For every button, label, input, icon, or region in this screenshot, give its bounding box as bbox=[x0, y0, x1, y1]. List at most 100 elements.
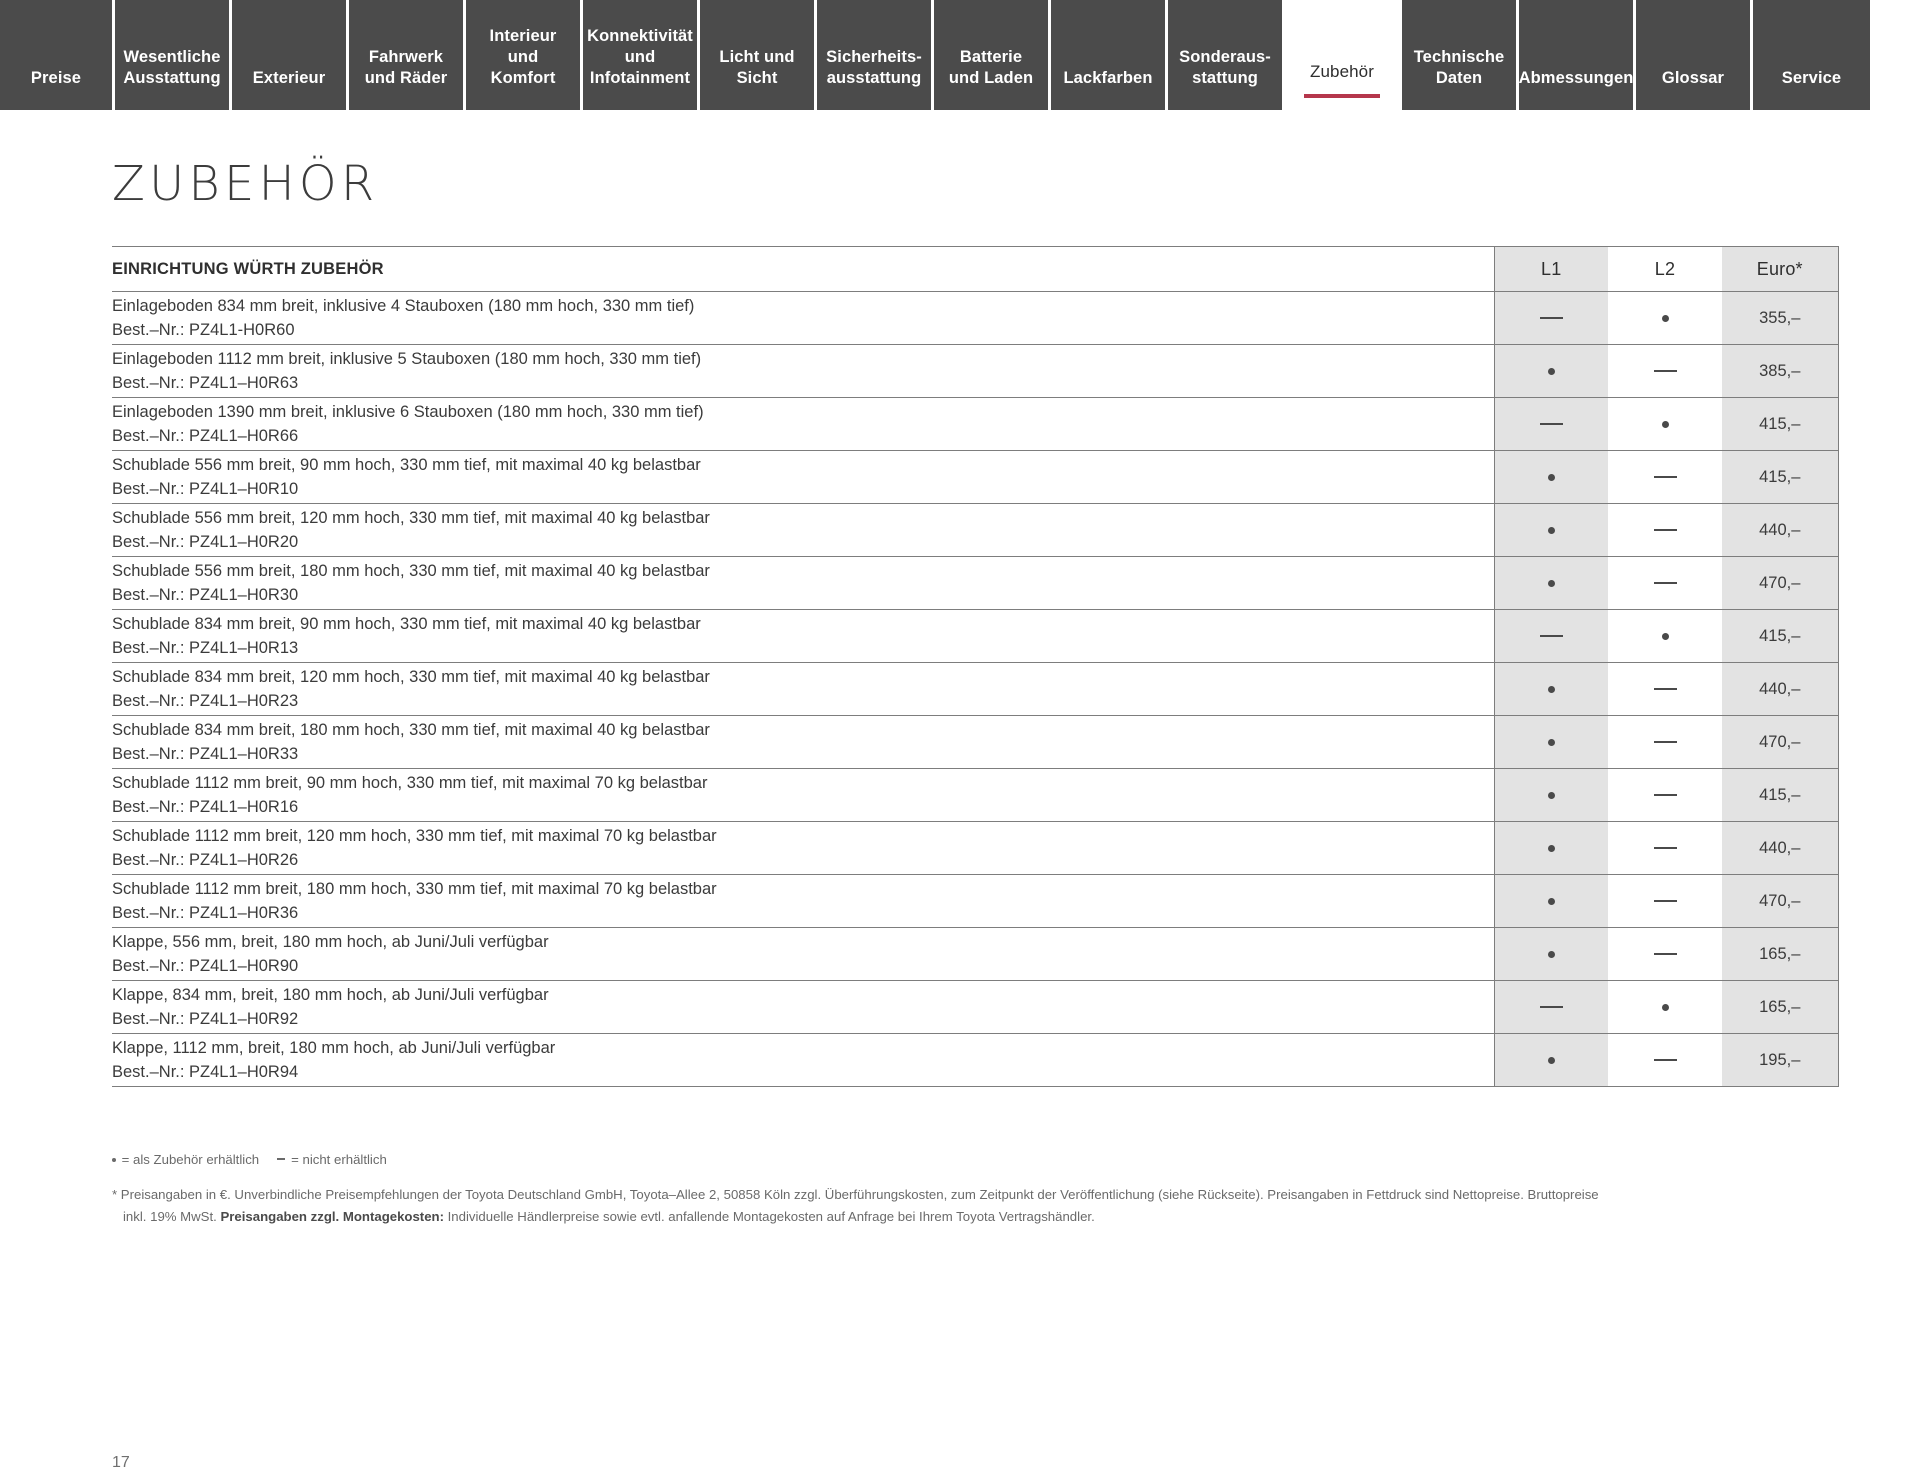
nav-tab-wesentliche-ausstattung[interactable]: Wesentliche Ausstattung bbox=[115, 0, 232, 110]
nav-tab-fahrwerk-und-räder[interactable]: Fahrwerk und Räder bbox=[349, 0, 466, 110]
table-body: Einlageboden 834 mm breit, inklusive 4 S… bbox=[112, 291, 1839, 1087]
unavailable-dash-icon bbox=[1539, 635, 1563, 638]
nav-tab-label: Wesentliche Ausstattung bbox=[123, 47, 221, 87]
cell-description: Einlageboden 1112 mm breit, inklusive 5 … bbox=[112, 344, 1495, 398]
nav-tab-exterieur[interactable]: Exterieur bbox=[232, 0, 349, 110]
cell-l2-availability bbox=[1608, 450, 1722, 504]
unavailable-dash-icon bbox=[1653, 900, 1677, 903]
cell-l2-availability bbox=[1608, 609, 1722, 663]
cell-l2-availability bbox=[1608, 503, 1722, 557]
table-row: Schublade 556 mm breit, 120 mm hoch, 330… bbox=[112, 503, 1839, 557]
page-number: 17 bbox=[112, 1454, 130, 1471]
cell-l2-availability bbox=[1608, 662, 1722, 716]
cell-l1-availability bbox=[1494, 1033, 1608, 1087]
unavailable-dash-icon bbox=[1653, 476, 1677, 479]
product-order-number: Best.–Nr.: PZ4L1–H0R30 bbox=[112, 586, 299, 604]
cell-description: Schublade 834 mm breit, 180 mm hoch, 330… bbox=[112, 715, 1495, 769]
nav-tab-label: Lackfarben bbox=[1063, 68, 1153, 87]
nav-tab-label: Service bbox=[1781, 68, 1842, 87]
cell-description: Klappe, 1112 mm, breit, 180 mm hoch, ab … bbox=[112, 1033, 1495, 1087]
cell-l1-availability bbox=[1494, 609, 1608, 663]
nav-tab-label: Licht und Sicht bbox=[719, 47, 795, 87]
nav-tab-sonderaus-stattung[interactable]: Sonderaus-stattung bbox=[1168, 0, 1285, 110]
available-dot-icon bbox=[1661, 314, 1669, 322]
available-dot-icon bbox=[1547, 526, 1555, 534]
nav-tab-service[interactable]: Service bbox=[1753, 0, 1870, 110]
nav-tab-zubehör[interactable]: Zubehör bbox=[1285, 0, 1402, 110]
table-row: Schublade 834 mm breit, 180 mm hoch, 330… bbox=[112, 715, 1839, 769]
product-order-number: Best.–Nr.: PZ4L1–H0R20 bbox=[112, 533, 299, 551]
cell-description: Schublade 556 mm breit, 90 mm hoch, 330 … bbox=[112, 450, 1495, 504]
product-order-number: Best.–Nr.: PZ4L1–H0R36 bbox=[112, 904, 299, 922]
unavailable-dash-icon bbox=[1539, 423, 1563, 426]
unavailable-dash-icon bbox=[1653, 370, 1677, 373]
cell-description: Schublade 556 mm breit, 180 mm hoch, 330… bbox=[112, 556, 1495, 610]
product-description: Schublade 834 mm breit, 120 mm hoch, 330… bbox=[112, 667, 710, 686]
cell-description: Schublade 834 mm breit, 120 mm hoch, 330… bbox=[112, 662, 1495, 716]
nav-tab-glossar[interactable]: Glossar bbox=[1636, 0, 1753, 110]
product-description: Schublade 1112 mm breit, 180 mm hoch, 33… bbox=[112, 879, 717, 898]
cell-price: 415,– bbox=[1722, 397, 1839, 451]
table-row: Klappe, 834 mm, breit, 180 mm hoch, ab J… bbox=[112, 980, 1839, 1034]
cell-l1-availability bbox=[1494, 821, 1608, 875]
cell-price: 415,– bbox=[1722, 768, 1839, 822]
nav-tab-sicherheits-ausstattung[interactable]: Sicherheits-ausstattung bbox=[817, 0, 934, 110]
nav-tab-technische-daten[interactable]: Technische Daten bbox=[1402, 0, 1519, 110]
cell-l2-availability bbox=[1608, 821, 1722, 875]
product-description: Einlageboden 1390 mm breit, inklusive 6 … bbox=[112, 402, 704, 421]
price-note-vat: inkl. 19% MwSt. bbox=[123, 1208, 221, 1224]
available-dot-icon bbox=[1547, 685, 1555, 693]
nav-tab-batterie-und-laden[interactable]: Batterie und Laden bbox=[934, 0, 1051, 110]
legend-unavailable-label: = nicht erhältlich bbox=[291, 1152, 387, 1167]
nav-tab-lackfarben[interactable]: Lackfarben bbox=[1051, 0, 1168, 110]
nav-tab-label: Technische Daten bbox=[1413, 47, 1505, 87]
available-dot-icon bbox=[1547, 1056, 1555, 1064]
product-description: Einlageboden 1112 mm breit, inklusive 5 … bbox=[112, 349, 702, 368]
table-row: Schublade 834 mm breit, 90 mm hoch, 330 … bbox=[112, 609, 1839, 663]
cell-price: 470,– bbox=[1722, 874, 1839, 928]
table-row: Schublade 1112 mm breit, 90 mm hoch, 330… bbox=[112, 768, 1839, 822]
table-row: Schublade 556 mm breit, 180 mm hoch, 330… bbox=[112, 556, 1839, 610]
table-row: Schublade 556 mm breit, 90 mm hoch, 330 … bbox=[112, 450, 1839, 504]
accessories-table-wrapper: EINRICHTUNG WÜRTH ZUBEHÖR L1 L2 Euro* Ei… bbox=[112, 246, 1839, 1087]
column-header-price: Euro* bbox=[1722, 246, 1839, 292]
cell-l2-availability bbox=[1608, 768, 1722, 822]
nav-tab-label: Fahrwerk und Räder bbox=[364, 47, 448, 87]
cell-l2-availability bbox=[1608, 344, 1722, 398]
product-description: Schublade 834 mm breit, 180 mm hoch, 330… bbox=[112, 720, 710, 739]
table-row: Schublade 834 mm breit, 120 mm hoch, 330… bbox=[112, 662, 1839, 716]
nav-tab-interieur-und-komfort[interactable]: Interieur und Komfort bbox=[466, 0, 583, 110]
available-dot-icon bbox=[1547, 950, 1555, 958]
footnotes: = als Zubehör erhältlich = nicht erhältl… bbox=[112, 1149, 1842, 1227]
price-note-bold: Preisangaben zzgl. Montagekosten: bbox=[220, 1208, 444, 1224]
available-dot-icon bbox=[1661, 1003, 1669, 1011]
cell-price: 415,– bbox=[1722, 609, 1839, 663]
footnote-legend: = als Zubehör erhältlich = nicht erhältl… bbox=[112, 1149, 1842, 1170]
cell-l1-availability bbox=[1494, 768, 1608, 822]
product-description: Schublade 1112 mm breit, 90 mm hoch, 330… bbox=[112, 773, 708, 792]
unavailable-dash-icon bbox=[1653, 1059, 1677, 1062]
cell-l1-availability bbox=[1494, 450, 1608, 504]
unavailable-dash-icon bbox=[1653, 582, 1677, 585]
available-dot-icon bbox=[1547, 473, 1555, 481]
unavailable-dash-icon bbox=[1653, 688, 1677, 691]
cell-description: Schublade 1112 mm breit, 90 mm hoch, 330… bbox=[112, 768, 1495, 822]
unavailable-dash-icon bbox=[1539, 1006, 1563, 1009]
available-dot-icon bbox=[1547, 579, 1555, 587]
product-description: Einlageboden 834 mm breit, inklusive 4 S… bbox=[112, 296, 695, 315]
cell-l2-availability bbox=[1608, 927, 1722, 981]
nav-tab-label: Sonderaus-stattung bbox=[1179, 47, 1271, 87]
nav-tab-abmessungen[interactable]: Abmessungen bbox=[1519, 0, 1636, 110]
nav-tab-licht-und-sicht[interactable]: Licht und Sicht bbox=[700, 0, 817, 110]
table-row: Einlageboden 1112 mm breit, inklusive 5 … bbox=[112, 344, 1839, 398]
product-order-number: Best.–Nr.: PZ4L1–H0R90 bbox=[112, 957, 299, 975]
nav-tab-konnektivität-und-infotainment[interactable]: Konnektivität und Infotainment bbox=[583, 0, 700, 110]
table-row: Schublade 1112 mm breit, 180 mm hoch, 33… bbox=[112, 874, 1839, 928]
nav-tab-preise[interactable]: Preise bbox=[0, 0, 115, 110]
cell-l1-availability bbox=[1494, 715, 1608, 769]
nav-tab-label: Batterie und Laden bbox=[948, 47, 1034, 87]
cell-price: 385,– bbox=[1722, 344, 1839, 398]
cell-description: Schublade 1112 mm breit, 180 mm hoch, 33… bbox=[112, 874, 1495, 928]
table-header: EINRICHTUNG WÜRTH ZUBEHÖR L1 L2 Euro* bbox=[112, 246, 1839, 292]
cell-price: 415,– bbox=[1722, 450, 1839, 504]
